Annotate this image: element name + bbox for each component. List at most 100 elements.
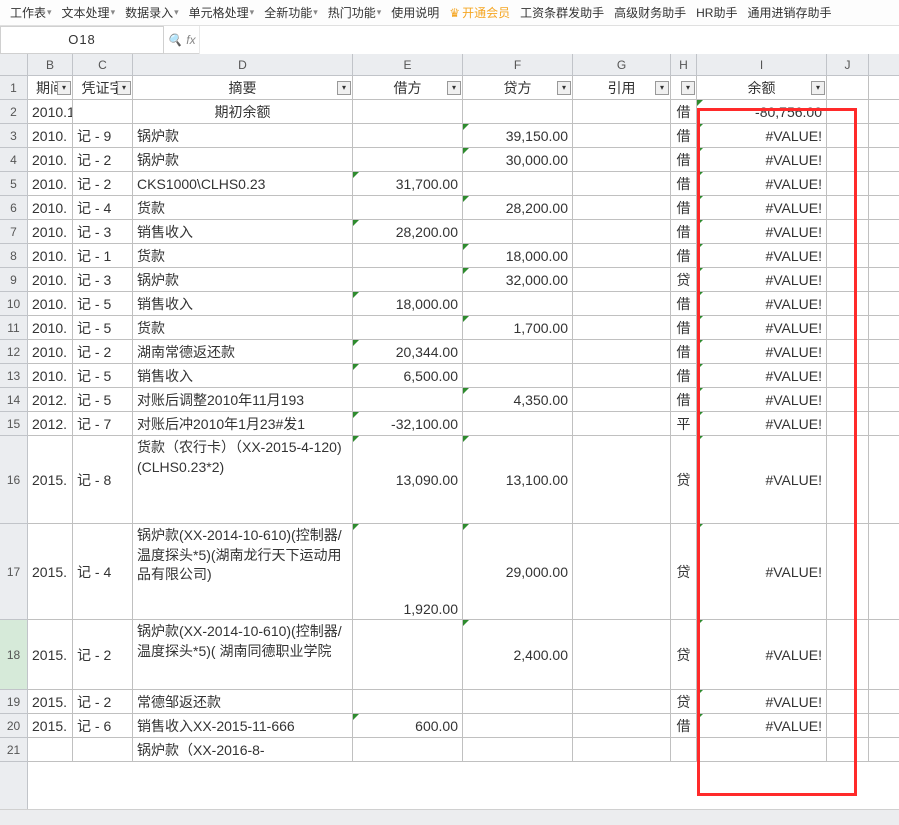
cell-credit[interactable]: [463, 292, 573, 315]
cell-voucher[interactable]: 记 - 9: [73, 124, 133, 147]
cell-voucher[interactable]: [73, 738, 133, 761]
cell-balance[interactable]: #VALUE!: [697, 220, 827, 243]
header-cell[interactable]: 引用▾: [573, 76, 671, 99]
col-header-F[interactable]: F: [463, 54, 573, 75]
cell[interactable]: [827, 388, 869, 411]
cell-balance[interactable]: #VALUE!: [697, 364, 827, 387]
cell-balance[interactable]: #VALUE!: [697, 620, 827, 689]
cell-balance[interactable]: #VALUE!: [697, 316, 827, 339]
cell-dc[interactable]: 借: [671, 292, 697, 315]
cell[interactable]: [827, 172, 869, 195]
cell-period[interactable]: 2010.: [28, 148, 73, 171]
header-cell[interactable]: ▾: [671, 76, 697, 99]
cell-summary[interactable]: 锅炉款(XX-2014-10-610)(控制器/温度探头*5)(湖南龙行天下运动…: [133, 524, 353, 619]
cell-period[interactable]: 2010.: [28, 268, 73, 291]
cell-debit[interactable]: -32,100.00: [353, 412, 463, 435]
col-header-E[interactable]: E: [353, 54, 463, 75]
cell-summary[interactable]: 对账后冲2010年1月23#发1: [133, 412, 353, 435]
cell-period[interactable]: 2010.: [28, 196, 73, 219]
cell-dc[interactable]: [671, 738, 697, 761]
filter-button[interactable]: ▾: [557, 81, 571, 95]
row-header[interactable]: 8: [0, 244, 27, 268]
cell-debit[interactable]: [353, 244, 463, 267]
cell-balance[interactable]: #VALUE!: [697, 292, 827, 315]
row-header[interactable]: 16: [0, 436, 27, 524]
cell[interactable]: [827, 340, 869, 363]
cell-balance[interactable]: #VALUE!: [697, 340, 827, 363]
header-cell[interactable]: 摘要▾: [133, 76, 353, 99]
formula-input[interactable]: [200, 26, 899, 54]
cell-period[interactable]: 2010.: [28, 340, 73, 363]
cell-balance[interactable]: #VALUE!: [697, 388, 827, 411]
cell[interactable]: [827, 268, 869, 291]
cell-credit[interactable]: [463, 738, 573, 761]
cell-voucher[interactable]: 记 - 5: [73, 364, 133, 387]
cell-period[interactable]: 2010.: [28, 220, 73, 243]
cell-credit[interactable]: [463, 364, 573, 387]
cell-balance[interactable]: #VALUE!: [697, 244, 827, 267]
cell-credit[interactable]: 2,400.00: [463, 620, 573, 689]
cell-balance[interactable]: [697, 738, 827, 761]
cell-period[interactable]: 2015.: [28, 524, 73, 619]
header-cell[interactable]: 贷方▾: [463, 76, 573, 99]
cell-voucher[interactable]: 记 - 2: [73, 148, 133, 171]
cell-summary[interactable]: 期初余额: [133, 100, 353, 123]
cell[interactable]: [827, 738, 869, 761]
cell-credit[interactable]: 18,000.00: [463, 244, 573, 267]
cell-summary[interactable]: 销售收入: [133, 292, 353, 315]
header-cell[interactable]: 期间▾: [28, 76, 73, 99]
cell-balance[interactable]: #VALUE!: [697, 124, 827, 147]
cell-debit[interactable]: [353, 124, 463, 147]
header-cell[interactable]: 余额▾: [697, 76, 827, 99]
col-header-C[interactable]: C: [73, 54, 133, 75]
filter-button[interactable]: ▾: [447, 81, 461, 95]
cell-period[interactable]: 2015.: [28, 436, 73, 523]
row-header[interactable]: 5: [0, 172, 27, 196]
cell-dc[interactable]: 借: [671, 388, 697, 411]
cell-summary[interactable]: 销售收入: [133, 364, 353, 387]
cell-summary[interactable]: 货款: [133, 316, 353, 339]
cell-credit[interactable]: 39,150.00: [463, 124, 573, 147]
horizontal-scrollbar[interactable]: [0, 809, 899, 825]
cell-balance[interactable]: #VALUE!: [697, 196, 827, 219]
cell-credit[interactable]: [463, 340, 573, 363]
cell-balance[interactable]: #VALUE!: [697, 436, 827, 523]
cell-credit[interactable]: 32,000.00: [463, 268, 573, 291]
cell-credit[interactable]: 4,350.00: [463, 388, 573, 411]
cell-debit[interactable]: [353, 620, 463, 689]
cell-ref[interactable]: [573, 148, 671, 171]
filter-button[interactable]: ▾: [811, 81, 825, 95]
row-header[interactable]: 11: [0, 316, 27, 340]
row-header[interactable]: 7: [0, 220, 27, 244]
cell-dc[interactable]: 借: [671, 220, 697, 243]
cell-voucher[interactable]: 记 - 3: [73, 220, 133, 243]
cell-debit[interactable]: 28,200.00: [353, 220, 463, 243]
cell-ref[interactable]: [573, 100, 671, 123]
cell-voucher[interactable]: 记 - 7: [73, 412, 133, 435]
row-header[interactable]: 13: [0, 364, 27, 388]
cell[interactable]: [827, 316, 869, 339]
cell-dc[interactable]: 借: [671, 364, 697, 387]
cell-voucher[interactable]: 记 - 3: [73, 268, 133, 291]
cell-credit[interactable]: 29,000.00: [463, 524, 573, 619]
cell-debit[interactable]: 18,000.00: [353, 292, 463, 315]
cell-balance[interactable]: #VALUE!: [697, 148, 827, 171]
cell-voucher[interactable]: 记 - 5: [73, 292, 133, 315]
cell-balance[interactable]: #VALUE!: [697, 690, 827, 713]
header-cell[interactable]: [827, 76, 869, 99]
cell-ref[interactable]: [573, 738, 671, 761]
cell-dc[interactable]: 借: [671, 148, 697, 171]
cell-voucher[interactable]: 记 - 2: [73, 690, 133, 713]
filter-button[interactable]: ▾: [681, 81, 695, 95]
fx-icon[interactable]: 🔍 fx: [164, 26, 200, 54]
cell-ref[interactable]: [573, 172, 671, 195]
cell-period[interactable]: 2015.: [28, 714, 73, 737]
cell-summary[interactable]: 锅炉款: [133, 268, 353, 291]
cell-period[interactable]: 2010.: [28, 316, 73, 339]
cell-ref[interactable]: [573, 620, 671, 689]
cell-voucher[interactable]: 记 - 8: [73, 436, 133, 523]
cell-debit[interactable]: [353, 148, 463, 171]
cell-debit[interactable]: [353, 268, 463, 291]
cell-voucher[interactable]: 记 - 2: [73, 172, 133, 195]
cell-voucher[interactable]: 记 - 4: [73, 524, 133, 619]
